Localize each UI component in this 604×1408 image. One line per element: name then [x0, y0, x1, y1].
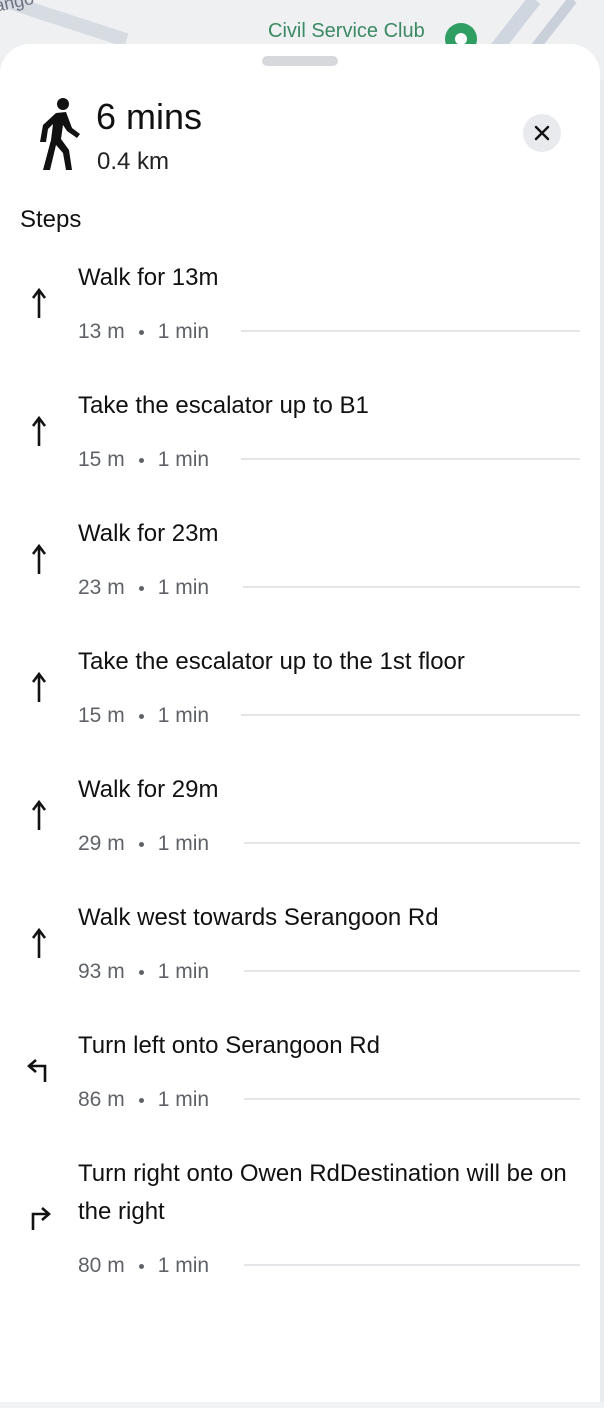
step-item[interactable]: Walk for 29m 29 m 1 min — [0, 768, 600, 888]
step-instruction: Take the escalator up to B1 — [78, 392, 369, 419]
step-item[interactable]: Walk for 23m 23 m 1 min — [0, 512, 600, 632]
step-meta: 80 m 1 min — [78, 1254, 209, 1278]
separator-dot — [138, 1263, 144, 1269]
step-divider — [244, 1098, 580, 1100]
straight-arrow-icon — [31, 671, 47, 702]
step-distance: 86 m — [78, 1088, 125, 1111]
step-meta: 13 m 1 min — [78, 320, 209, 344]
step-instruction: Walk for 23m — [78, 520, 219, 547]
close-icon — [534, 125, 550, 141]
step-instruction: Turn left onto Serangoon Rd — [78, 1032, 380, 1059]
straight-arrow-icon — [31, 927, 47, 958]
step-item[interactable]: Take the escalator up to B1 15 m 1 min — [0, 384, 600, 504]
step-distance: 29 m — [78, 832, 125, 855]
step-divider — [244, 842, 580, 844]
step-instruction: Take the escalator up to the 1st floor — [78, 648, 465, 675]
step-distance: 80 m — [78, 1254, 125, 1277]
step-instruction: Walk for 13m — [78, 264, 219, 291]
separator-dot — [138, 457, 144, 463]
straight-arrow-icon — [31, 543, 47, 574]
step-distance: 15 m — [78, 448, 125, 471]
step-item[interactable]: Walk west towards Serangoon Rd 93 m 1 mi… — [0, 896, 600, 1016]
step-instruction: Walk for 29m — [78, 776, 219, 803]
map-place-label[interactable]: Civil Service Club — [268, 20, 425, 43]
bottom-edge — [0, 1402, 604, 1408]
separator-dot — [138, 1097, 144, 1103]
step-item[interactable]: Turn right onto Owen RdDestination will … — [0, 1152, 600, 1292]
separator-dot — [138, 713, 144, 719]
trip-duration: 6 mins — [96, 96, 203, 137]
step-distance: 23 m — [78, 576, 125, 599]
step-meta: 29 m 1 min — [78, 832, 209, 856]
steps-heading: Steps — [20, 206, 82, 233]
step-distance: 93 m — [78, 960, 125, 983]
step-item[interactable]: Turn left onto Serangoon Rd 86 m 1 min — [0, 1024, 600, 1144]
close-button[interactable] — [523, 114, 561, 152]
separator-dot — [138, 841, 144, 847]
step-divider — [241, 458, 580, 460]
separator-dot — [138, 585, 144, 591]
straight-arrow-icon — [31, 415, 47, 446]
step-distance: 15 m — [78, 704, 125, 727]
sheet-drag-handle[interactable] — [262, 56, 338, 66]
step-meta: 15 m 1 min — [78, 448, 209, 472]
trip-distance: 0.4 km — [97, 148, 170, 175]
step-duration: 1 min — [157, 832, 210, 855]
turn-left-icon — [27, 1059, 47, 1082]
directions-sheet: 6 mins 0.4 km Steps Walk for 13m 13 m 1 … — [0, 44, 600, 1402]
step-item[interactable]: Walk for 13m 13 m 1 min — [0, 256, 600, 376]
step-meta: 86 m 1 min — [78, 1088, 209, 1112]
step-duration: 1 min — [157, 448, 210, 471]
step-duration: 1 min — [157, 576, 210, 599]
step-divider — [244, 1264, 580, 1266]
step-instruction: Walk west towards Serangoon Rd — [78, 904, 439, 931]
step-duration: 1 min — [157, 1088, 210, 1111]
step-distance: 13 m — [78, 320, 125, 343]
step-divider — [241, 714, 580, 716]
step-duration: 1 min — [157, 960, 210, 983]
step-duration: 1 min — [157, 1254, 210, 1277]
straight-arrow-icon — [31, 799, 47, 830]
step-duration: 1 min — [157, 320, 210, 343]
step-meta: 23 m 1 min — [78, 576, 209, 600]
separator-dot — [138, 969, 144, 975]
step-item[interactable]: Take the escalator up to the 1st floor 1… — [0, 640, 600, 760]
step-meta: 15 m 1 min — [78, 704, 209, 728]
step-duration: 1 min — [157, 704, 210, 727]
step-meta: 93 m 1 min — [78, 960, 209, 984]
step-divider — [243, 586, 580, 588]
separator-dot — [138, 329, 144, 335]
step-divider — [244, 970, 580, 972]
straight-arrow-icon — [31, 287, 47, 318]
walking-person-icon — [40, 98, 80, 170]
step-instruction: Turn right onto Owen RdDestination will … — [78, 1160, 567, 1225]
step-divider — [241, 330, 580, 332]
turn-right-icon — [31, 1207, 51, 1230]
